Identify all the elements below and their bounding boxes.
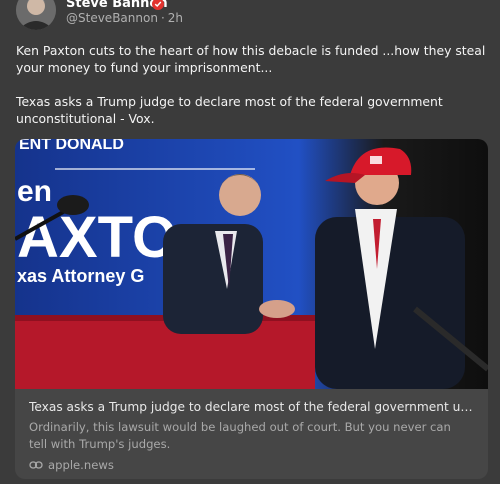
card-title[interactable]: Texas asks a Trump judge to declare most… — [29, 400, 479, 414]
card-source[interactable]: apple.news — [29, 458, 114, 472]
card-image: ENT DONALD en AXTO xas Attorney G — [15, 139, 488, 389]
post-paragraph-2: Texas asks a Trump judge to declare most… — [16, 94, 443, 126]
link-card[interactable]: ENT DONALD en AXTO xas Attorney G Texas … — [15, 139, 488, 479]
sign-text-1: ENT DONALD — [19, 139, 124, 153]
post-meta: @SteveBannon · 2h — [66, 11, 183, 25]
sign-text-2: en — [17, 175, 52, 208]
card-source-label: apple.news — [48, 458, 114, 472]
card-description: Ordinarily, this lawsuit would be laughe… — [29, 420, 451, 451]
meta-separator: · — [160, 11, 165, 25]
avatar[interactable] — [16, 0, 56, 30]
post: Steve Bannon @SteveBannon · 2h Ken Paxton … — [0, 0, 500, 484]
link-icon — [29, 460, 43, 470]
post-paragraph-1: Ken Paxton cuts to the heart of how this… — [16, 43, 486, 75]
author-handle[interactable]: @SteveBannon — [66, 11, 158, 25]
sign-text-3: AXTO — [17, 205, 177, 270]
post-text: Ken Paxton cuts to the heart of how this… — [16, 42, 491, 127]
post-time[interactable]: 2h — [168, 11, 183, 25]
sign-text-4: xas Attorney G — [17, 266, 144, 286]
